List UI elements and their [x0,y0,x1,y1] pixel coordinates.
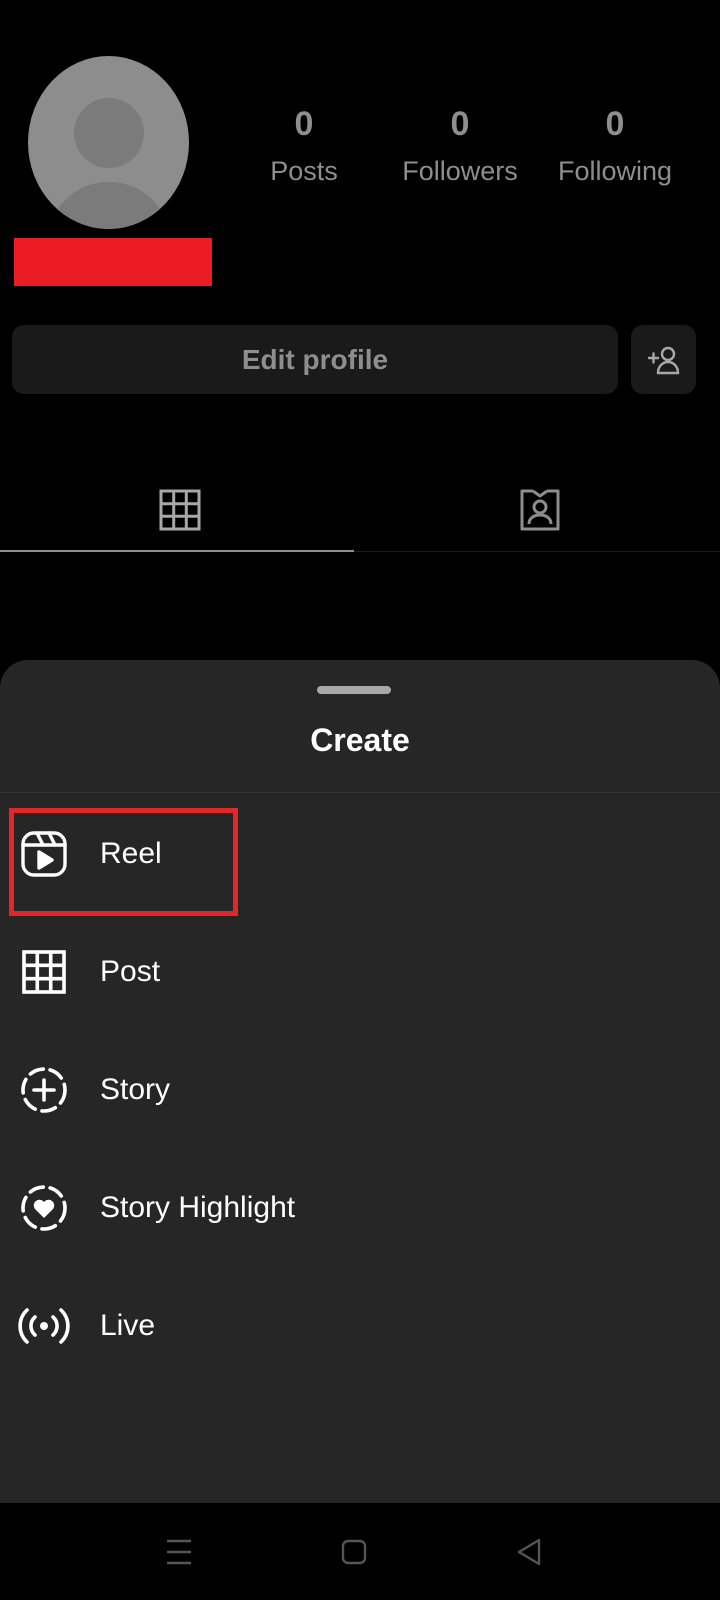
stat-following[interactable]: 0 Following [545,104,685,192]
sheet-divider [0,792,720,793]
edit-profile-button[interactable]: Edit profile [12,325,618,394]
avatar-placeholder-body [48,182,170,229]
tagged-person-icon [520,489,560,531]
system-navigation-bar [0,1503,720,1600]
stat-followers-label: Followers [402,156,518,186]
home-square-icon [341,1539,367,1565]
stat-posts-label: Posts [270,156,338,186]
story-plus-icon [18,1064,70,1116]
home-button[interactable] [329,1527,379,1577]
tab-tagged[interactable] [360,470,720,550]
profile-screen: 0 Posts 0 Followers 0 Following Edit pro… [0,0,720,1600]
create-post-item[interactable]: Post [0,913,720,1031]
avatar[interactable] [28,56,189,229]
create-live-item[interactable]: Live [0,1267,720,1385]
grid-icon [159,489,201,531]
live-broadcast-icon [18,1300,70,1352]
add-person-icon [647,346,679,374]
story-highlight-heart-icon [18,1182,70,1234]
story-highlight-label: Story Highlight [100,1191,296,1224]
stat-followers-count: 0 [450,105,470,143]
selected-tab-indicator [0,550,354,552]
sheet-drag-handle[interactable] [317,686,391,694]
stat-following-count: 0 [605,105,625,143]
discover-people-button[interactable] [631,325,696,394]
stat-posts-count: 0 [294,105,314,143]
back-button[interactable] [504,1527,554,1577]
stat-followers[interactable]: 0 Followers [390,104,530,192]
avatar-placeholder-head [74,98,144,168]
grid-icon [18,946,70,998]
stat-posts[interactable]: 0 Posts [234,104,374,192]
story-label: Story [100,1073,171,1106]
stat-following-label: Following [557,156,673,186]
back-triangle-icon [517,1538,541,1566]
create-story-highlight-item[interactable]: Story Highlight [0,1149,720,1267]
tab-posts-grid[interactable] [0,470,360,550]
create-story-item[interactable]: Story [0,1031,720,1149]
tabs-divider [354,551,720,552]
annotation-highlight-box [9,808,238,916]
sheet-title: Create [310,722,410,758]
recent-apps-button[interactable] [154,1527,204,1577]
redacted-username [14,238,212,286]
post-label: Post [100,955,161,988]
live-label: Live [100,1309,156,1342]
menu-icon [167,1539,191,1565]
